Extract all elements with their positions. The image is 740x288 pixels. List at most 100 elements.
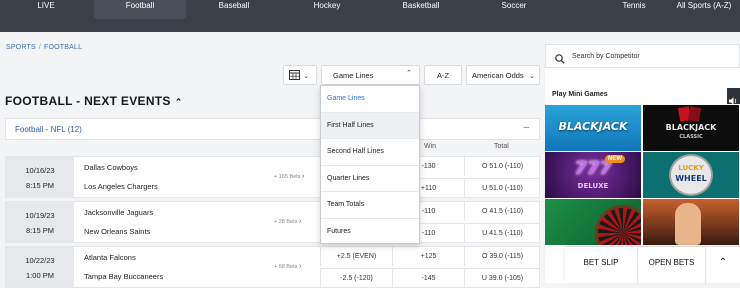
- game-title: BLACKJACK: [558, 120, 628, 133]
- spread-home-odds[interactable]: +2.5 (EVEN): [320, 247, 392, 266]
- win-away-odds[interactable]: -145: [392, 268, 464, 287]
- event-row: 10/19/23 8:15 PM Jacksonville Jaguars Ne…: [5, 201, 540, 243]
- market-select[interactable]: Game Lines ⌃: [321, 65, 420, 85]
- market-option-second-half-lines[interactable]: Second Half Lines: [321, 139, 419, 166]
- spread-away-odds[interactable]: -2.5 (-120): [320, 268, 392, 287]
- game-subtitle: CLASSIC: [679, 134, 703, 140]
- team-away[interactable]: New Orleans Saints: [84, 227, 150, 236]
- market-select-value: Game Lines: [333, 70, 374, 80]
- chevron-down-icon: ⌄: [529, 73, 535, 80]
- roulette-wheel-icon: [595, 205, 641, 245]
- character-icon: [675, 203, 701, 245]
- calendar-icon: [289, 70, 300, 82]
- win-home-odds[interactable]: +125: [392, 247, 464, 266]
- open-bets-button[interactable]: OPEN BETS: [637, 247, 705, 284]
- breadcrumb-sports[interactable]: SPORTS: [6, 44, 36, 51]
- breadcrumb-football[interactable]: FOOTBALL: [44, 44, 82, 51]
- sort-button[interactable]: A-Z: [424, 65, 462, 85]
- section-title-text: FOOTBALL - NEXT EVENTS: [5, 94, 171, 108]
- nav-item-all-sports[interactable]: All Sports (A-Z): [668, 0, 740, 19]
- competitor-search[interactable]: Search by Competitor: [545, 44, 740, 68]
- breadcrumb-separator: /: [38, 44, 42, 51]
- market-option-game-lines[interactable]: Game Lines: [321, 86, 419, 113]
- total-over-odds[interactable]: O 51.0 (-110): [464, 157, 540, 176]
- game-title: LUCKY: [678, 164, 704, 172]
- more-bets-link[interactable]: + 165 Bets ›: [274, 173, 304, 180]
- event-datetime: 10/22/23 1:00 PM: [6, 247, 74, 287]
- game-tile-777-deluxe[interactable]: 777 DELUXE NEW: [545, 152, 641, 198]
- bet-slip-bar: BET SLIP OPEN BETS ⌃: [565, 246, 740, 284]
- column-header-total: Total: [494, 143, 509, 150]
- event-date: 10/22/23: [25, 256, 55, 265]
- sort-button-label: A-Z: [436, 70, 450, 80]
- total-over-odds[interactable]: O 39.0 (-115): [464, 247, 540, 266]
- nav-item-live[interactable]: LIVE: [20, 0, 72, 19]
- team-away[interactable]: Tampa Bay Buccaneers: [84, 272, 163, 281]
- top-nav: LIVE Football Baseball Hockey Basketball…: [0, 0, 740, 32]
- market-dropdown-menu: Game Lines First Half Lines Second Half …: [320, 85, 420, 244]
- game-subtitle: WHEEL: [675, 174, 707, 183]
- nav-item-hockey[interactable]: Hockey: [298, 0, 356, 19]
- odds-format-select[interactable]: American Odds ⌄: [466, 65, 540, 85]
- event-date: 10/16/23: [25, 166, 55, 175]
- team-home[interactable]: Dallas Cowboys: [84, 163, 138, 172]
- chevron-up-icon: ⌃: [718, 257, 728, 268]
- nav-item-basketball[interactable]: Basketball: [390, 0, 452, 19]
- more-bets-label: + 28 Bets: [274, 219, 298, 225]
- total-under-odds[interactable]: U 39.0 (-105): [464, 268, 540, 287]
- market-option-quarter-lines[interactable]: Quarter Lines: [321, 166, 419, 192]
- more-bets-link[interactable]: + 58 Bets ›: [274, 263, 301, 270]
- sound-toggle[interactable]: [727, 88, 740, 105]
- column-header-win: Win: [424, 143, 437, 150]
- collapse-icon[interactable]: –: [523, 122, 529, 133]
- new-badge: NEW: [605, 155, 625, 163]
- market-option-futures[interactable]: Futures: [321, 219, 419, 246]
- more-bets-label: + 165 Bets: [274, 174, 301, 180]
- market-option-first-half-lines[interactable]: First Half Lines: [321, 112, 419, 139]
- event-time: 1:00 PM: [26, 271, 54, 280]
- mini-games-title: Play Mini Games: [552, 91, 608, 98]
- nav-item-baseball[interactable]: Baseball: [205, 0, 263, 19]
- team-home[interactable]: Jacksonville Jaguars: [84, 208, 153, 217]
- event-row: 10/22/23 1:00 PM Atlanta Falcons Tampa B…: [5, 246, 540, 288]
- team-away[interactable]: Los Angeles Chargers: [84, 182, 158, 191]
- chevron-right-icon: ›: [298, 263, 302, 270]
- event-datetime: 10/19/23 8:15 PM: [6, 202, 74, 242]
- calendar-filter-button[interactable]: ⌄: [283, 65, 317, 85]
- event-time: 8:15 PM: [26, 181, 54, 190]
- game-tile-roulette[interactable]: [545, 199, 641, 245]
- event-datetime: 10/16/23 8:15 PM: [6, 157, 74, 197]
- game-title: BLACKJACK: [665, 123, 717, 132]
- search-icon: [555, 51, 565, 69]
- odds-format-value: American Odds: [472, 70, 524, 80]
- total-under-odds[interactable]: U 51.0 (-110): [464, 178, 540, 197]
- game-tile-slot-character[interactable]: [643, 199, 739, 245]
- team-home[interactable]: Atlanta Falcons: [84, 253, 136, 262]
- chevron-up-icon: ⌃: [406, 70, 412, 77]
- game-subtitle: DELUXE: [577, 182, 609, 190]
- playing-cards-icon: [687, 106, 702, 122]
- game-title: 777: [574, 158, 612, 179]
- nav-item-soccer[interactable]: Soccer: [486, 0, 542, 19]
- chevron-up-icon: ⌃: [174, 97, 183, 107]
- more-bets-label: + 58 Bets: [274, 264, 298, 270]
- expand-bet-slip-button[interactable]: ⌃: [705, 247, 740, 284]
- breadcrumb: SPORTS / FOOTBALL: [6, 44, 82, 51]
- more-bets-link[interactable]: + 28 Bets ›: [274, 218, 301, 225]
- chevron-right-icon: ›: [298, 218, 302, 225]
- event-date: 10/19/23: [25, 211, 55, 220]
- market-option-team-totals[interactable]: Team Totals: [321, 192, 419, 219]
- total-under-odds[interactable]: U 41.5 (-110): [464, 223, 540, 242]
- league-header[interactable]: Football - NFL (12) –: [5, 118, 540, 140]
- game-tile-blackjack-classic[interactable]: BLACKJACK CLASSIC: [643, 105, 739, 151]
- game-tile-lucky-wheel[interactable]: LUCKY WHEEL: [643, 152, 739, 198]
- section-title[interactable]: FOOTBALL - NEXT EVENTS ⌃: [5, 94, 183, 108]
- event-time: 8:15 PM: [26, 226, 54, 235]
- nav-item-football[interactable]: Football: [94, 0, 186, 19]
- game-tile-blackjack[interactable]: BLACKJACK: [545, 105, 641, 151]
- total-over-odds[interactable]: O 41.5 (-110): [464, 202, 540, 221]
- nav-item-tennis[interactable]: Tennis: [606, 0, 662, 19]
- event-row: 10/16/23 8:15 PM Dallas Cowboys Los Ange…: [5, 156, 540, 198]
- search-placeholder: Search by Competitor: [572, 53, 640, 60]
- bet-slip-button[interactable]: BET SLIP: [565, 247, 637, 284]
